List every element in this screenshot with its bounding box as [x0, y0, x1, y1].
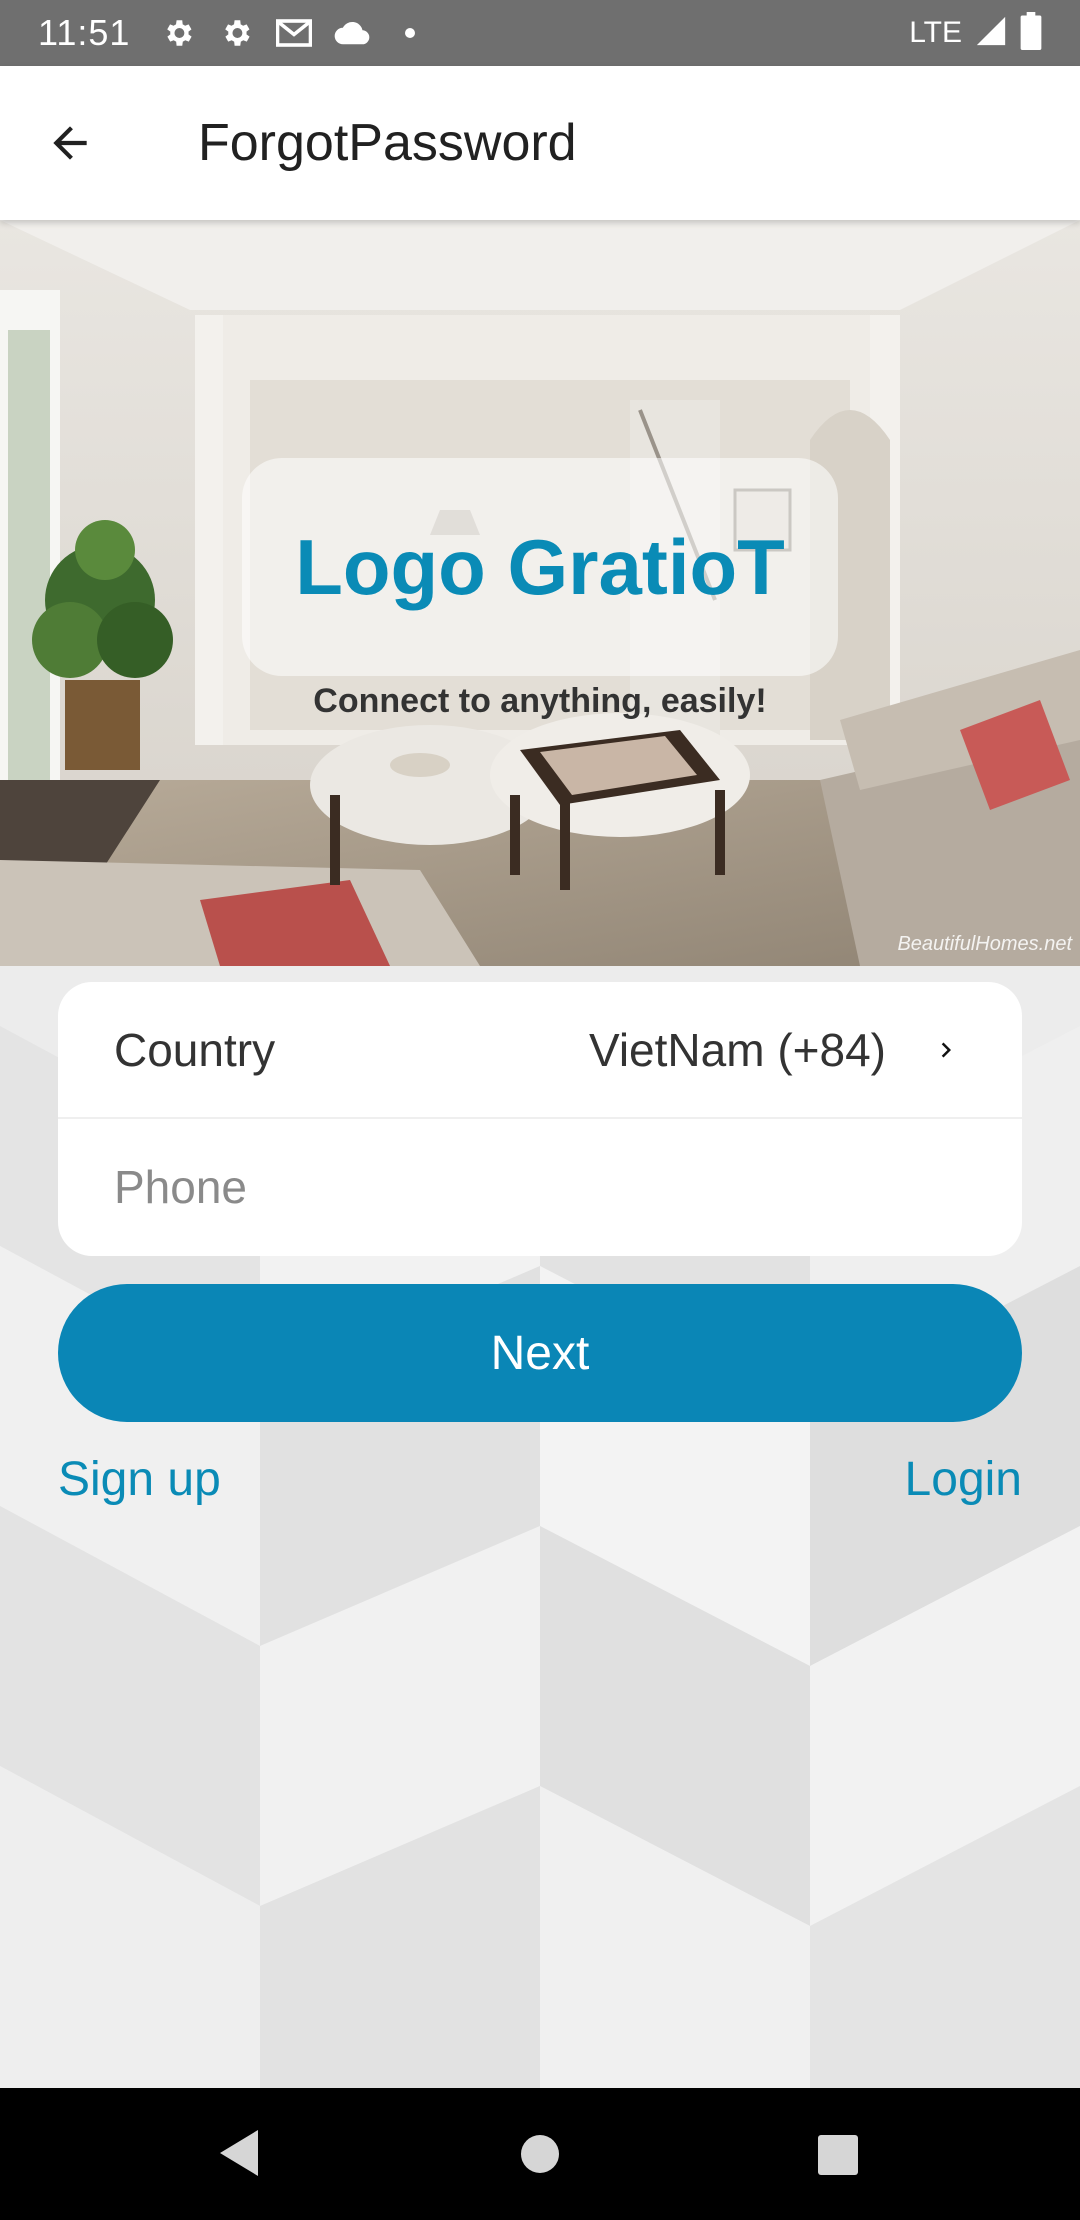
cloud-icon: [334, 15, 370, 51]
logo-box: Logo GratioT: [242, 458, 838, 676]
back-button[interactable]: [34, 107, 106, 179]
phone-input[interactable]: [114, 1159, 966, 1214]
forgot-password-form: Country VietNam (+84): [58, 982, 1022, 1256]
status-time: 11:51: [38, 12, 131, 53]
status-right: LTE: [909, 11, 1042, 55]
settings-icon: [218, 15, 254, 51]
page-title: ForgotPassword: [198, 114, 577, 172]
app-logo: Logo GratioT: [295, 522, 785, 611]
country-value: VietNam (+84): [588, 1023, 886, 1076]
status-bar: 11:51 LTE: [0, 0, 1080, 66]
nav-recents-icon[interactable]: [817, 2134, 859, 2176]
battery-icon: [1020, 11, 1042, 55]
tagline: Connect to anything, easily!: [313, 682, 767, 720]
system-nav-bar: [0, 2088, 1080, 2220]
country-label: Country: [114, 1023, 276, 1076]
next-button[interactable]: Next: [58, 1284, 1022, 1422]
app-bar: ForgotPassword: [0, 66, 1080, 220]
notification-icons: [160, 15, 428, 51]
image-watermark: BeautifulHomes.net: [897, 933, 1072, 955]
chevron-right-icon: [926, 1030, 966, 1070]
phone-row: [58, 1119, 1022, 1254]
signup-link[interactable]: Sign up: [58, 1452, 221, 1507]
nav-back-icon[interactable]: [218, 2128, 260, 2178]
signal-icon: [974, 14, 1008, 53]
arrow-back-icon: [53, 126, 87, 160]
nav-home-icon[interactable]: [520, 2134, 560, 2174]
dot-icon: [392, 15, 428, 51]
login-link[interactable]: Login: [905, 1452, 1022, 1507]
country-selector[interactable]: Country VietNam (+84): [58, 982, 1022, 1119]
gmail-icon: [276, 15, 313, 51]
network-type: LTE: [909, 16, 962, 49]
hero-banner: Logo GratioT Connect to anything, easily…: [0, 220, 1080, 966]
settings-icon: [160, 15, 196, 51]
